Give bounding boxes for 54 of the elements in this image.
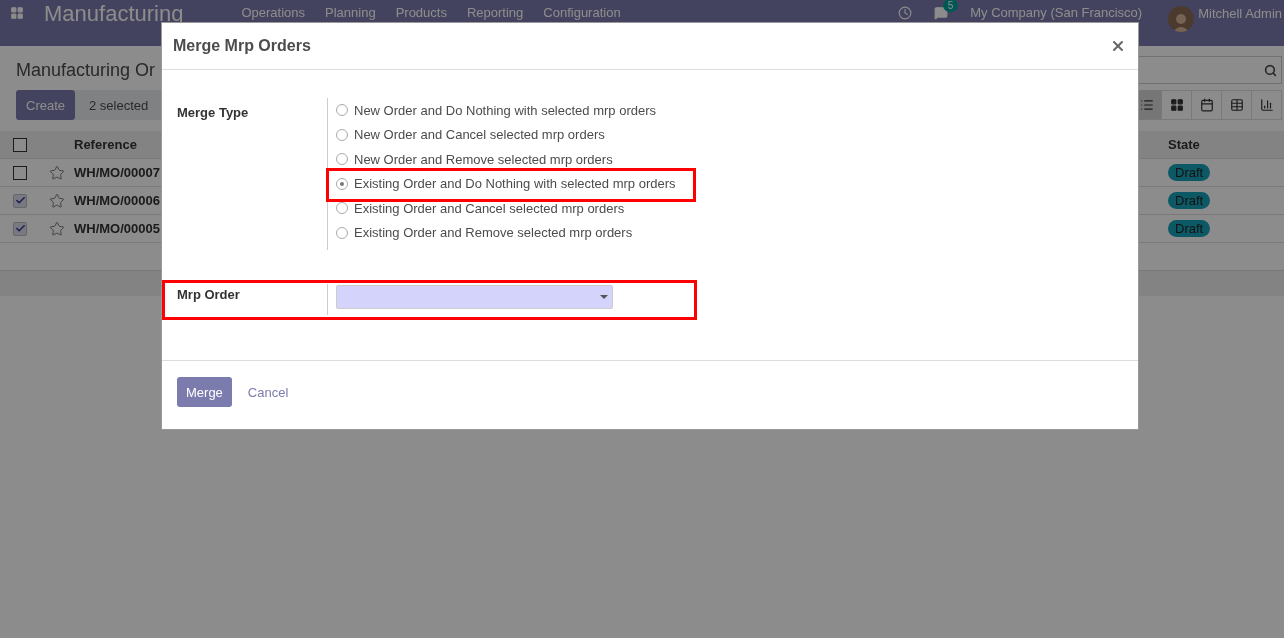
option-label[interactable]: Existing Order and Remove selected mrp orders bbox=[354, 225, 633, 241]
merge-button[interactable]: Merge bbox=[177, 377, 232, 407]
reference-cell: WH/MO/00006 bbox=[74, 193, 160, 208]
search-field[interactable] bbox=[1136, 56, 1282, 84]
check-icon bbox=[14, 223, 26, 234]
view-switch-button[interactable] bbox=[1221, 90, 1252, 120]
state-badge: Draft bbox=[1168, 220, 1211, 237]
menu-item[interactable]: Planning bbox=[325, 6, 376, 20]
view-switch-button[interactable] bbox=[1251, 90, 1282, 120]
create-button[interactable]: Create bbox=[16, 90, 76, 120]
row-checkbox[interactable] bbox=[13, 165, 27, 180]
user-avatar[interactable] bbox=[1168, 6, 1195, 32]
star-icon[interactable] bbox=[49, 164, 65, 181]
calendar-icon bbox=[1199, 98, 1214, 112]
field-label: Merge Type bbox=[177, 104, 250, 122]
row-checkbox[interactable] bbox=[13, 193, 27, 208]
company-name[interactable]: My Company (San Francisco) bbox=[970, 6, 1143, 20]
check-icon bbox=[14, 195, 26, 206]
dialog-title: Merge Mrp Orders bbox=[173, 37, 311, 55]
state-badge: Draft bbox=[1168, 192, 1211, 209]
reference-cell: WH/MO/00005 bbox=[74, 221, 160, 236]
option-label[interactable]: New Order and Remove selected mrp orders bbox=[354, 151, 613, 167]
column-header[interactable]: Reference bbox=[74, 137, 137, 152]
state-badge: Draft bbox=[1168, 164, 1211, 181]
view-switch-button[interactable] bbox=[1161, 90, 1192, 120]
option-label[interactable]: New Order and Cancel selected mrp orders bbox=[354, 127, 605, 143]
menu-item[interactable]: Operations bbox=[241, 6, 305, 20]
bar-chart-icon bbox=[1259, 98, 1274, 112]
search-icon[interactable] bbox=[1264, 63, 1277, 77]
field-label: Mrp Order bbox=[177, 286, 241, 302]
column-header[interactable]: State bbox=[1168, 137, 1200, 152]
view-switch-button[interactable] bbox=[1191, 90, 1222, 120]
menu-item[interactable]: Reporting bbox=[466, 6, 524, 20]
clock-icon[interactable] bbox=[898, 6, 913, 20]
option-label[interactable]: Existing Order and Do Nothing with selected mrp orders bbox=[354, 176, 676, 192]
list-icon bbox=[1139, 98, 1154, 112]
star-icon[interactable] bbox=[49, 192, 65, 209]
cancel-link[interactable]: Cancel bbox=[247, 384, 289, 400]
close-button[interactable] bbox=[1110, 38, 1126, 54]
message-count-badge: 5 bbox=[942, 0, 959, 12]
menu-item[interactable]: Products bbox=[395, 6, 447, 20]
option-label[interactable]: Existing Order and Cancel selected mrp orders bbox=[354, 200, 625, 216]
breadcrumb-title: Manufacturing Or bbox=[16, 59, 156, 81]
menu-item[interactable]: Configuration bbox=[543, 6, 621, 20]
app-title: Manufacturing bbox=[44, 3, 184, 25]
select-all-checkbox[interactable] bbox=[13, 137, 27, 152]
table-icon bbox=[1229, 98, 1244, 112]
option-label[interactable]: New Order and Do Nothing with selected mrp orders bbox=[354, 102, 657, 118]
user-name[interactable]: Mitchell Admin bbox=[1198, 6, 1282, 21]
reference-cell: WH/MO/00007 bbox=[74, 165, 160, 180]
row-checkbox[interactable] bbox=[13, 221, 27, 236]
grid-icon bbox=[1169, 98, 1184, 112]
star-icon[interactable] bbox=[49, 220, 65, 237]
apps-menu-icon[interactable] bbox=[10, 6, 24, 20]
